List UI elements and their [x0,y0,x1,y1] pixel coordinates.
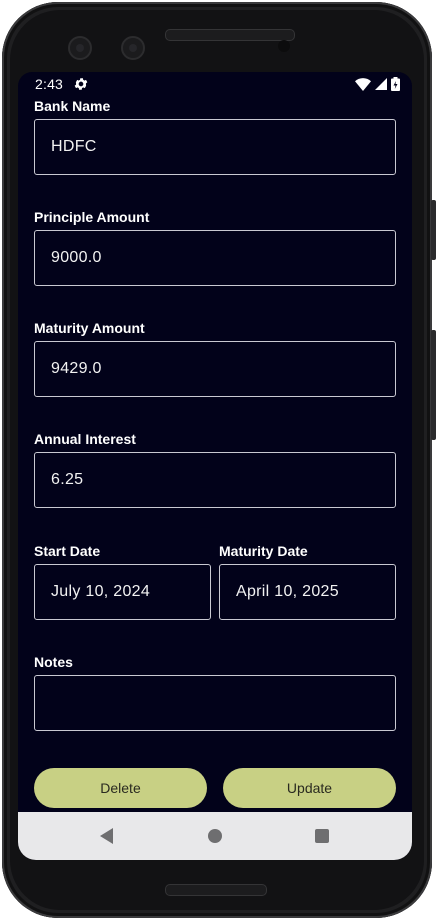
start-date-field[interactable]: July 10, 2024 [34,564,211,620]
signal-icon [375,78,387,90]
front-sensor-icon [121,36,145,60]
annual-interest-value: 6.25 [51,471,84,488]
bank-name-field[interactable]: HDFC [34,119,396,175]
annual-interest-field[interactable]: 6.25 [34,452,396,508]
recents-icon[interactable] [315,829,329,843]
system-nav-bar [18,812,412,860]
start-date-value: July 10, 2024 [51,583,151,600]
bank-name-label: Bank Name [34,98,111,114]
status-bar: 2:43 [18,72,412,98]
volume-button [431,200,436,260]
maturity-date-field[interactable]: April 10, 2025 [219,564,396,620]
app-screen: 2:43 Bank Name HDFC Principle Amount 900… [18,72,412,860]
gear-icon [74,78,88,90]
notes-field[interactable] [34,675,396,731]
annual-interest-label: Annual Interest [34,431,136,447]
device-frame: 2:43 Bank Name HDFC Principle Amount 900… [0,0,436,922]
principle-amount-label: Principle Amount [34,209,150,225]
maturity-date-value: April 10, 2025 [236,583,339,600]
maturity-amount-value: 9429.0 [51,360,102,377]
front-camera-icon [68,36,92,60]
home-icon[interactable] [208,829,222,843]
maturity-amount-label: Maturity Amount [34,320,145,336]
battery-icon [391,77,400,91]
maturity-date-label: Maturity Date [219,543,308,559]
status-icons [355,77,400,91]
proximity-sensor [278,40,290,52]
principle-amount-field[interactable]: 9000.0 [34,230,396,286]
maturity-amount-field[interactable]: 9429.0 [34,341,396,397]
back-icon[interactable] [100,828,113,844]
bottom-speaker [165,884,267,896]
status-time: 2:43 [35,76,64,92]
start-date-label: Start Date [34,543,101,559]
notes-label: Notes [34,654,73,670]
wifi-icon [355,77,371,91]
bank-name-value: HDFC [51,138,97,155]
earpiece-speaker [165,29,295,41]
update-button[interactable]: Update [223,768,396,808]
power-button [431,330,436,440]
principle-amount-value: 9000.0 [51,249,102,266]
delete-button[interactable]: Delete [34,768,207,808]
